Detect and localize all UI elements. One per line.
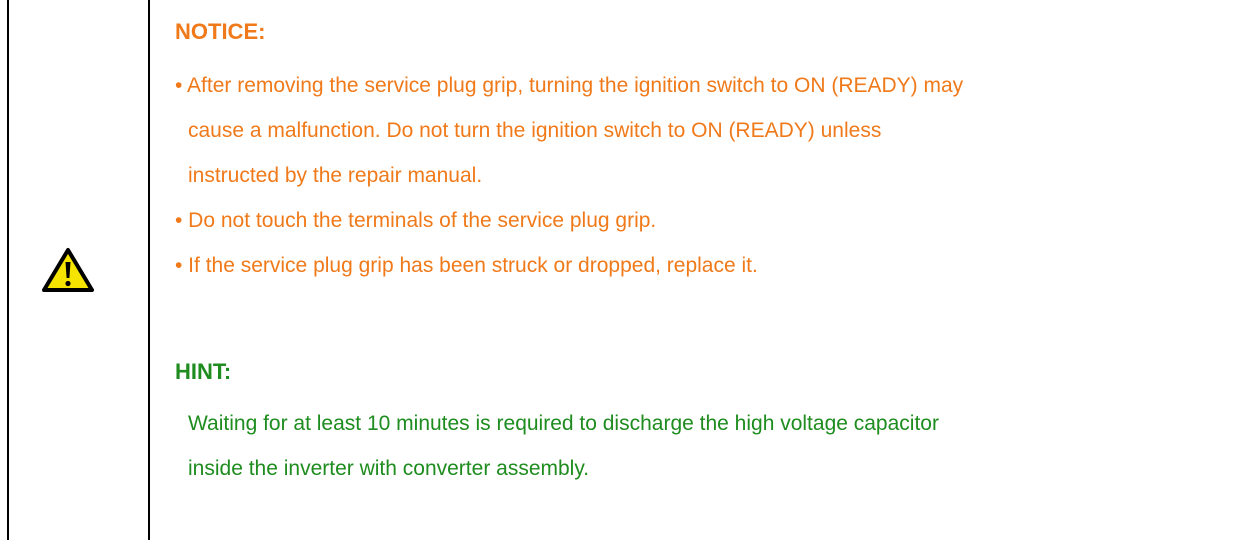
notice-line-4: • Do not touch the terminals of the serv…	[175, 209, 657, 232]
notice-line-5: • If the service plug grip has been stru…	[175, 254, 758, 277]
notice-heading: NOTICE:	[175, 19, 266, 44]
content-cell: NOTICE: • After removing the service plu…	[175, 0, 1241, 540]
warning-triangle-icon	[42, 248, 94, 292]
notice-table: NOTICE: • After removing the service plu…	[7, 0, 1241, 540]
hint-line-1: Waiting for at least 10 minutes is requi…	[188, 412, 939, 435]
icon-cell	[9, 0, 150, 540]
notice-line-1: • After removing the service plug grip, …	[175, 74, 964, 97]
notice-line-3: instructed by the repair manual.	[188, 164, 483, 187]
hint-line-2: inside the inverter with converter assem…	[188, 457, 590, 480]
hint-heading: HINT:	[175, 359, 232, 384]
notice-line-2: cause a malfunction. Do not turn the ign…	[188, 119, 882, 142]
